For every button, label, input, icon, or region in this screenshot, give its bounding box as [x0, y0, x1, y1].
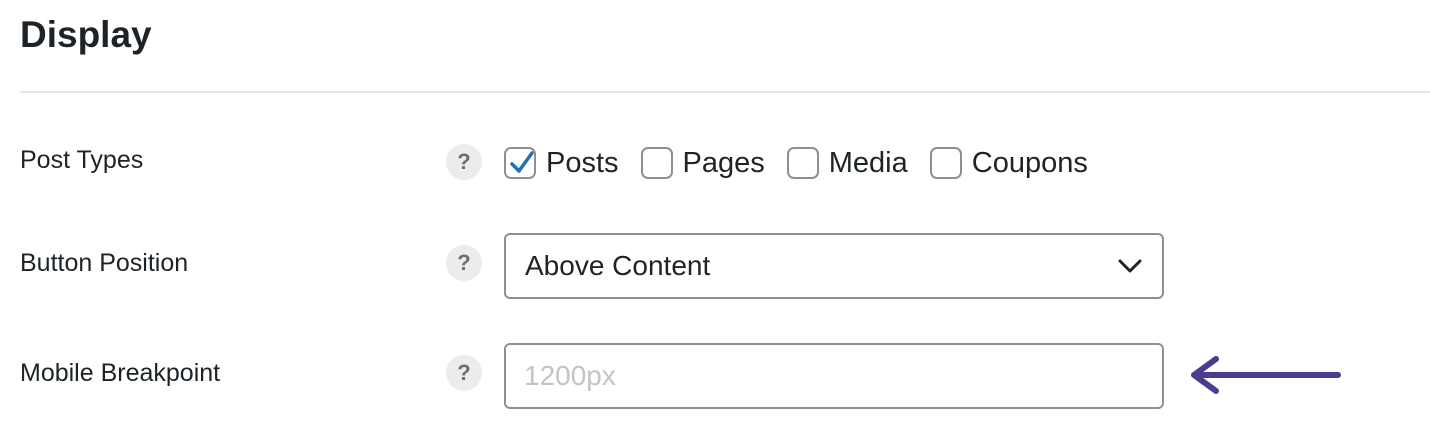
mobile-breakpoint-help-icon[interactable]: ?	[446, 355, 482, 391]
checkbox-posts-label: Posts	[546, 146, 619, 179]
button-position-select[interactable]: Above Content	[504, 233, 1164, 299]
section-title: Display	[20, 14, 152, 55]
checkmark-icon	[510, 151, 534, 173]
checkbox-pages-box[interactable]	[640, 147, 673, 179]
mobile-breakpoint-input[interactable]	[504, 343, 1164, 409]
arrow-left-icon	[1191, 356, 1341, 394]
checkbox-pages-label: Pages	[682, 146, 765, 179]
post-types-label: Post Types	[20, 146, 144, 174]
checkbox-coupons-box[interactable]	[929, 147, 962, 179]
button-position-help-icon[interactable]: ?	[446, 245, 482, 281]
section-divider	[20, 91, 1430, 93]
checkbox-media-label: Media	[828, 146, 908, 179]
button-position-selected-value: Above Content	[525, 250, 711, 281]
post-types-help-icon[interactable]: ?	[446, 144, 482, 180]
checkbox-coupons-label: Coupons	[971, 146, 1088, 179]
button-position-label: Button Position	[20, 249, 189, 277]
mobile-breakpoint-label: Mobile Breakpoint	[20, 359, 221, 387]
checkbox-posts[interactable]: Posts	[504, 147, 619, 180]
checkbox-pages[interactable]: Pages	[640, 146, 765, 180]
post-types-checkbox-group: Posts Pages Media Coupons	[504, 143, 1110, 183]
checkbox-media-box[interactable]	[786, 147, 819, 179]
checkbox-coupons[interactable]: Coupons	[929, 146, 1088, 180]
chevron-down-icon	[1118, 259, 1142, 273]
checkbox-media[interactable]: Media	[786, 146, 908, 180]
checkbox-posts-box[interactable]	[504, 147, 536, 179]
